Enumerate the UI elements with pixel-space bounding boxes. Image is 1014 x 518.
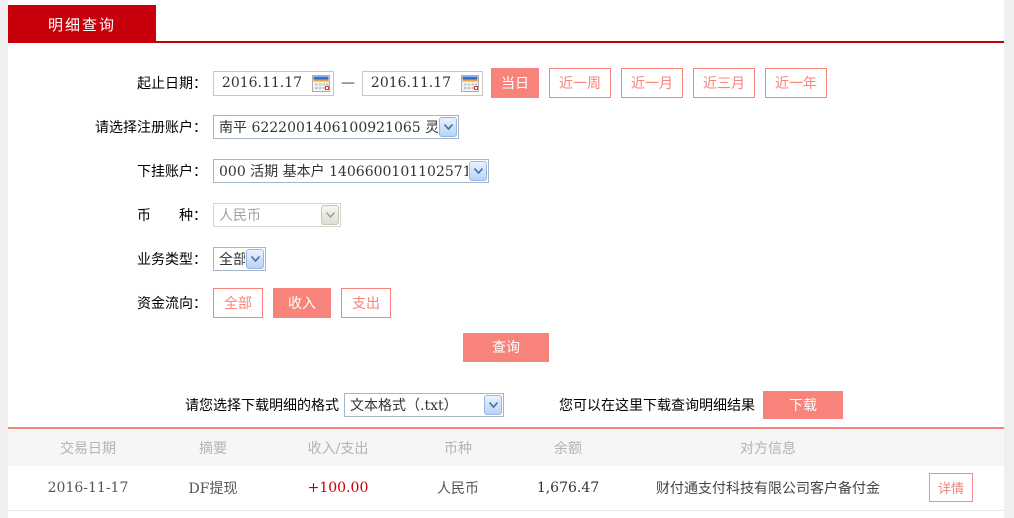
fund-flow-expense-button[interactable]: 支出	[341, 288, 391, 318]
download-button[interactable]: 下载	[763, 391, 843, 419]
tab-detail-query[interactable]: 明细查询	[8, 5, 156, 43]
header-actions	[898, 428, 1004, 466]
fund-flow-income-button[interactable]: 收入	[273, 288, 331, 318]
fund-flow-row: 资金流向： 全部 收入 支出	[8, 281, 1004, 325]
quick-range-year-button[interactable]: 近一年	[765, 68, 827, 98]
header-counterparty: 对方信息	[638, 428, 898, 466]
chevron-down-icon	[469, 161, 487, 181]
header-balance: 余额	[498, 428, 638, 466]
currency-value: 人民币	[219, 208, 261, 224]
cell-actions: 详情	[898, 466, 1004, 511]
register-account-value: 南平 6222001406100921065 灵通卡	[219, 120, 438, 136]
currency-row: 币 种： 人民币	[8, 193, 1004, 237]
register-account-row: 请选择注册账户： 南平 6222001406100921065 灵通卡	[8, 105, 1004, 149]
quick-range-week-button[interactable]: 近一周	[549, 68, 611, 98]
header-trade-date: 交易日期	[8, 428, 168, 466]
sub-account-select[interactable]: 000 活期 基本户 1406600101102571848	[213, 159, 489, 183]
quick-range-today-button[interactable]: 当日	[491, 68, 539, 98]
chevron-down-icon	[484, 395, 502, 415]
end-date-field	[362, 70, 483, 96]
cell-summary: DF提现	[168, 466, 258, 511]
download-format-select[interactable]: 文本格式（.txt）	[344, 393, 504, 417]
business-type-value: 全部	[219, 252, 245, 268]
quick-range-month-button[interactable]: 近一月	[621, 68, 683, 98]
date-separator: —	[341, 75, 355, 91]
download-hint-text: 您可以在这里下载查询明细结果	[559, 398, 755, 414]
query-button[interactable]: 查询	[463, 332, 549, 362]
tab-bar: 明细查询	[8, 0, 1004, 43]
quick-range-3months-button[interactable]: 近三月	[693, 68, 755, 98]
query-form: 起止日期： 2016.11.17 — 2016.11.17 当日 近一周 近一月…	[8, 43, 1004, 421]
cell-trade-date: 2016-11-17	[8, 466, 168, 511]
chevron-down-icon	[246, 249, 264, 269]
cell-balance: 1,676.47	[498, 466, 638, 511]
cell-currency: 人民币	[418, 466, 498, 511]
calendar-icon[interactable]	[459, 73, 480, 94]
register-account-label: 请选择注册账户：	[95, 120, 207, 136]
sub-account-label: 下挂账户：	[137, 164, 207, 180]
end-date-input[interactable]	[363, 75, 459, 91]
sub-account-row: 下挂账户： 000 活期 基本户 1406600101102571848	[8, 149, 1004, 193]
query-row: 查询	[8, 325, 1004, 369]
cell-amount: +100.00	[258, 466, 418, 511]
header-income-expense: 收入/支出	[258, 428, 418, 466]
table-row: 2016-11-17 DF提现 +100.00 人民币 1,676.47 财付通…	[8, 466, 1004, 511]
start-date-input[interactable]	[214, 75, 310, 91]
chevron-down-icon	[439, 117, 457, 137]
download-format-label: 请您选择下载明细的格式	[185, 398, 339, 414]
register-account-select[interactable]: 南平 6222001406100921065 灵通卡	[213, 115, 459, 139]
calendar-icon[interactable]	[310, 73, 331, 94]
date-range-label: 起止日期：	[137, 76, 207, 92]
currency-select: 人民币	[213, 203, 341, 227]
business-type-row: 业务类型： 全部	[8, 237, 1004, 281]
download-row: 请您选择下载明细的格式 文本格式（.txt） 您可以在这里下载查询明细结果 下载	[8, 389, 1004, 421]
business-type-select[interactable]: 全部	[213, 247, 266, 271]
currency-label: 币 种：	[137, 208, 207, 224]
download-format-value: 文本格式（.txt）	[350, 398, 458, 414]
results-table: 交易日期 摘要 收入/支出 币种 余额 对方信息 2016-11-17 DF提现…	[8, 427, 1004, 511]
header-summary: 摘要	[168, 428, 258, 466]
detail-button[interactable]: 详情	[928, 473, 973, 503]
header-currency: 币种	[418, 428, 498, 466]
business-type-label: 业务类型：	[137, 252, 207, 268]
cell-counterparty: 财付通支付科技有限公司客户备付金	[638, 466, 898, 511]
start-date-field	[213, 70, 334, 96]
fund-flow-label: 资金流向：	[137, 296, 207, 312]
sub-account-value: 000 活期 基本户 1406600101102571848	[219, 164, 468, 180]
date-range-row: 起止日期： 2016.11.17 — 2016.11.17 当日 近一周 近一月…	[8, 61, 1004, 105]
table-header-row: 交易日期 摘要 收入/支出 币种 余额 对方信息	[8, 428, 1004, 466]
chevron-down-icon	[321, 205, 339, 225]
main-panel: 明细查询 起止日期： 2016.11.17 — 2016.11.17 当日 近一…	[8, 0, 1004, 518]
fund-flow-all-button[interactable]: 全部	[213, 288, 263, 318]
